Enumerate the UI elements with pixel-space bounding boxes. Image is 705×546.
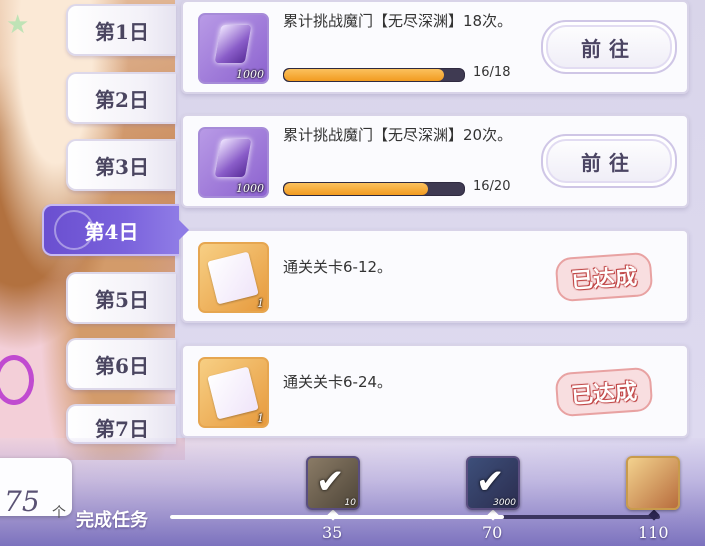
item-quantity: 1 <box>257 412 264 425</box>
task-progress-bar <box>283 68 465 82</box>
tab-day-6[interactable]: 第6日 <box>66 338 176 390</box>
flower-decoration <box>0 355 34 405</box>
reward-quantity: 3000 <box>493 498 516 508</box>
progress-label: 完成任务 <box>76 510 148 531</box>
tab-day-4[interactable]: 第4日 <box>42 204 189 256</box>
task-card: 1 通关关卡6-24。 已达成 <box>181 344 689 438</box>
milestone-reward-35[interactable]: ✔ 10 <box>306 456 360 510</box>
task-progress-text: 16/20 <box>473 179 511 194</box>
gem-reward-icon[interactable]: 1000 <box>198 13 269 84</box>
check-icon: ✔ <box>476 462 505 502</box>
reward-quantity: 10 <box>344 498 356 508</box>
ticket-reward-icon[interactable]: 1 <box>198 357 269 428</box>
tab-day-3[interactable]: 第3日 <box>66 139 176 191</box>
item-quantity: 1000 <box>236 68 264 81</box>
task-panel: 1000 累计挑战魔门【无尽深渊】18次。 16/18 前往 1000 累计挑战… <box>175 0 705 438</box>
tab-label: 第4日 <box>84 219 139 244</box>
completed-stamp: 已达成 <box>554 366 654 418</box>
task-progress-bar <box>283 182 465 196</box>
tab-day-2[interactable]: 第2日 <box>66 72 176 124</box>
completed-stamp: 已达成 <box>554 251 654 303</box>
task-card: 1 通关关卡6-12。 已达成 <box>181 229 689 323</box>
check-icon: ✔ <box>316 462 345 502</box>
task-progress-text: 16/18 <box>473 65 511 80</box>
task-description: 通关关卡6-24。 <box>283 373 393 391</box>
tab-day-5[interactable]: 第5日 <box>66 272 176 324</box>
task-card: 1000 累计挑战魔门【无尽深渊】18次。 16/18 前往 <box>181 0 689 94</box>
milestone-value: 110 <box>638 523 669 542</box>
character-reward-icon[interactable] <box>626 456 680 510</box>
tab-day-1[interactable]: 第1日 <box>66 4 176 56</box>
star-icon: ★ <box>6 10 30 40</box>
milestone-value: 70 <box>482 523 503 542</box>
progress-track <box>170 515 660 519</box>
item-quantity: 1 <box>257 297 264 310</box>
item-quantity: 1000 <box>236 182 264 195</box>
score-unit: 个 <box>52 505 66 521</box>
ticket-reward-icon[interactable]: 1 <box>198 242 269 313</box>
go-button[interactable]: 前往 <box>541 134 677 188</box>
milestone-value: 35 <box>322 523 343 542</box>
task-description: 通关关卡6-12。 <box>283 258 393 276</box>
task-description: 累计挑战魔门【无尽深渊】18次。 <box>283 12 513 30</box>
task-description: 累计挑战魔门【无尽深渊】20次。 <box>283 126 513 144</box>
go-button[interactable]: 前往 <box>541 20 677 74</box>
gem-reward-icon[interactable]: 1000 <box>198 127 269 198</box>
score-value: 75 <box>4 485 40 518</box>
milestone-reward-70[interactable]: ✔ 3000 <box>466 456 520 510</box>
task-card: 1000 累计挑战魔门【无尽深渊】20次。 16/20 前往 <box>181 114 689 208</box>
